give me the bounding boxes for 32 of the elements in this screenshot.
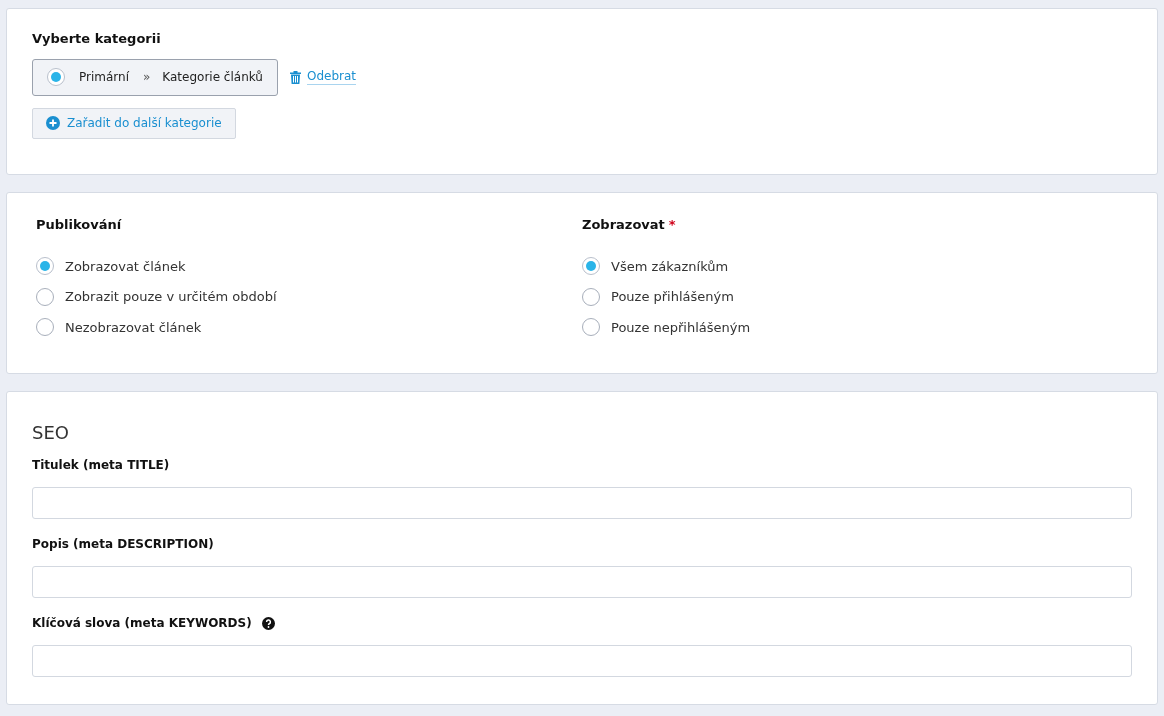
radio-button[interactable] (582, 318, 600, 337)
category-type: Primární (79, 69, 129, 86)
radio-label[interactable]: Zobrazovat článek (65, 256, 186, 276)
group-title: Publikování (36, 216, 122, 234)
text-field[interactable] (32, 487, 1132, 519)
radio-label[interactable]: Pouze přihlášeným (611, 287, 734, 307)
radio-label[interactable]: Pouze nepřihlášeným (611, 317, 751, 337)
category-chip[interactable]: Primární » Kategorie článků (32, 58, 278, 96)
separator-glyph: » (143, 69, 151, 86)
radio-button[interactable] (47, 68, 65, 86)
radio-button[interactable] (36, 257, 54, 276)
group-title: Zobrazovat (582, 216, 665, 234)
field-label: Titulek (meta TITLE) (32, 457, 170, 474)
text-field[interactable] (32, 566, 1132, 598)
radio-button[interactable] (582, 257, 600, 276)
radio-button[interactable] (36, 318, 54, 337)
field-label: Popis (meta DESCRIPTION) (32, 536, 214, 553)
remove-link[interactable]: Odebrat (306, 69, 356, 85)
radio-label[interactable]: Nezobrazovat článek (65, 317, 202, 337)
radio-button[interactable] (36, 287, 54, 306)
seo-heading: SEO (32, 422, 70, 444)
field-label: Klíčová slova (meta KEYWORDS) (32, 615, 252, 632)
trash-icon (289, 70, 301, 84)
radio-button[interactable] (582, 287, 600, 306)
radio-label[interactable]: Všem zákazníkům (611, 256, 729, 276)
section-title: Vyberte kategorii (32, 30, 162, 48)
text-field[interactable] (32, 645, 1132, 677)
category-name: Kategorie článků (162, 69, 263, 86)
required-mark: * (668, 216, 676, 234)
radio-label[interactable]: Zobrazit pouze v určitém období (65, 287, 277, 307)
help-icon[interactable] (261, 616, 275, 630)
plus-circle-icon (46, 116, 60, 130)
